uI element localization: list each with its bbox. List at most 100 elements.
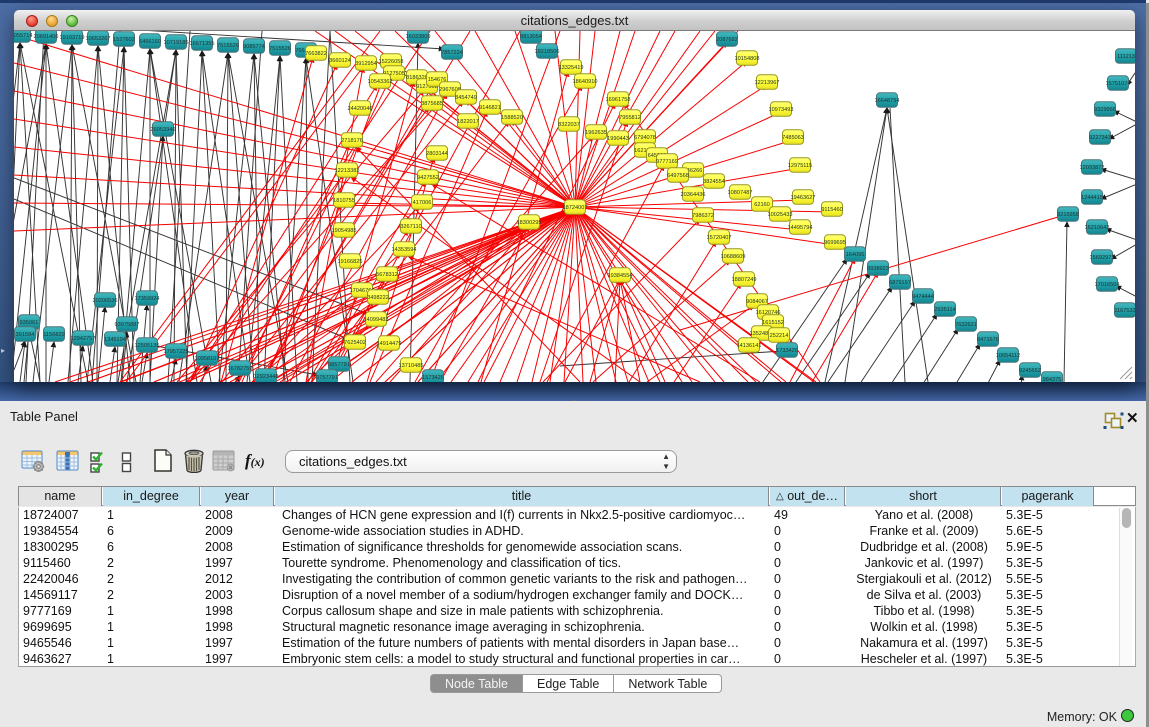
svg-text:12942757: 12942757 [71,336,96,342]
svg-text:14914479: 14914479 [377,341,402,347]
svg-text:8322037: 8322037 [558,122,580,128]
svg-text:10154808: 10154808 [735,56,760,62]
svg-text:9857791: 9857791 [328,362,350,368]
svg-text:9757791: 9757791 [316,375,338,381]
svg-text:7955812: 7955812 [619,115,641,121]
svg-text:18300295: 18300295 [517,220,542,226]
svg-text:15720407: 15720407 [707,235,732,241]
svg-text:16961758: 16961758 [606,97,631,103]
svg-text:17016504: 17016504 [1095,282,1120,288]
svg-text:935061: 935061 [20,320,39,326]
svg-text:8454749: 8454749 [455,95,477,101]
svg-text:24420046: 24420046 [348,106,373,112]
svg-text:19166825: 19166825 [338,259,363,265]
svg-text:18640910: 18640910 [573,79,598,85]
svg-text:6466160: 6466160 [139,39,161,45]
svg-text:13710485: 13710485 [399,363,424,369]
svg-text:9474444: 9474444 [912,294,934,300]
svg-text:9245652: 9245652 [1019,368,1041,374]
svg-text:7625402: 7625402 [344,340,366,346]
svg-text:9085774: 9085774 [243,44,265,50]
svg-text:19103719: 19103719 [60,35,85,41]
svg-text:14353594: 14353594 [392,247,417,253]
svg-text:19384554: 19384554 [608,273,633,279]
svg-text:391594: 391594 [16,332,35,338]
svg-text:17957225: 17957225 [164,349,189,355]
svg-text:6497568: 6497568 [667,173,689,179]
svg-text:1810755: 1810755 [333,198,355,204]
svg-text:20364436: 20364436 [681,192,706,198]
svg-text:16648794: 16648794 [875,98,900,104]
svg-text:1345194: 1345194 [104,337,126,343]
svg-text:12923448: 12923448 [254,374,279,380]
svg-text:5678312: 5678312 [376,272,398,278]
svg-text:20691406: 20691406 [34,34,59,40]
svg-text:9115460: 9115460 [821,207,842,213]
svg-text:6794078: 6794078 [634,135,656,141]
svg-text:13325419: 13325419 [559,65,584,71]
svg-text:3824554: 3824554 [703,179,725,185]
svg-text:14495794: 14495794 [788,225,813,231]
svg-text:3912954: 3912954 [355,61,377,67]
svg-text:18724007: 18724007 [563,205,588,211]
svg-text:1733426: 1733426 [776,348,798,354]
svg-text:9227343: 9227343 [1089,135,1111,141]
svg-text:10807487: 10807487 [728,190,753,196]
svg-text:19218506: 19218506 [535,49,560,55]
svg-text:15692971: 15692971 [1090,255,1115,261]
svg-text:7986372: 7986372 [692,213,714,219]
svg-text:7485063: 7485063 [782,135,804,141]
svg-text:9146821: 9146821 [479,105,501,111]
svg-text:3267110: 3267110 [400,224,421,230]
svg-text:12213383: 12213383 [335,168,360,174]
svg-text:10973493: 10973493 [769,107,794,113]
svg-text:10025433: 10025433 [768,212,793,218]
svg-text:1167533: 1167533 [1114,308,1135,314]
svg-text:164095: 164095 [846,252,865,258]
svg-text:9427552: 9427552 [417,175,439,181]
svg-text:17359924: 17359924 [135,296,160,302]
svg-text:14136141: 14136141 [737,343,762,349]
svg-text:9329966: 9329966 [1094,107,1116,113]
svg-text:1573426: 1573426 [422,375,444,381]
svg-text:15226058: 15226058 [379,59,404,65]
svg-text:16782759: 16782759 [228,366,253,372]
svg-text:7515526: 7515526 [217,43,239,49]
svg-text:10719185: 10719185 [164,40,189,46]
svg-text:1990443: 1990443 [607,136,629,142]
svg-text:8813054: 8813054 [520,34,542,40]
svg-text:15751074: 15751074 [1106,81,1131,87]
svg-text:9084067: 9084067 [746,299,768,305]
svg-text:16671355: 16671355 [190,41,215,47]
svg-text:93975887: 93975887 [115,322,140,328]
svg-text:417006: 417006 [413,200,432,206]
svg-text:10654112: 10654112 [996,353,1020,359]
svg-text:20206536: 20206536 [93,298,118,304]
svg-text:6879197: 6879197 [889,280,911,286]
svg-text:26053346: 26053346 [151,127,176,133]
svg-text:16033809: 16033809 [406,34,431,40]
svg-text:8471676: 8471676 [977,337,999,343]
svg-text:19463627: 19463627 [791,195,816,201]
svg-text:1615152: 1615152 [762,320,784,326]
svg-text:14099483: 14099483 [364,317,389,323]
svg-text:7632621: 7632621 [955,322,977,328]
svg-text:16210643: 16210643 [1085,225,1110,231]
svg-text:62160: 62160 [754,202,770,208]
svg-text:10543362: 10543362 [368,79,393,85]
svg-text:3660124: 3660124 [329,58,351,64]
svg-text:2087682: 2087682 [716,37,738,43]
svg-text:2803144: 2803144 [426,151,448,157]
svg-text:9699695: 9699695 [824,240,846,246]
svg-text:984375: 984375 [1043,377,1062,382]
svg-text:8938923: 8938923 [867,266,889,272]
svg-text:2718176: 2718176 [341,138,363,144]
svg-text:19054985: 19054985 [332,228,357,234]
svg-text:1962635: 1962635 [585,130,607,136]
svg-text:1822017: 1822017 [457,119,479,125]
svg-text:12975115: 12975115 [788,163,812,169]
svg-text:1588520: 1588520 [501,115,523,121]
svg-text:1527602: 1527602 [113,37,135,43]
svg-text:7515526: 7515526 [269,46,291,52]
svg-text:12213967: 12213967 [755,80,780,86]
